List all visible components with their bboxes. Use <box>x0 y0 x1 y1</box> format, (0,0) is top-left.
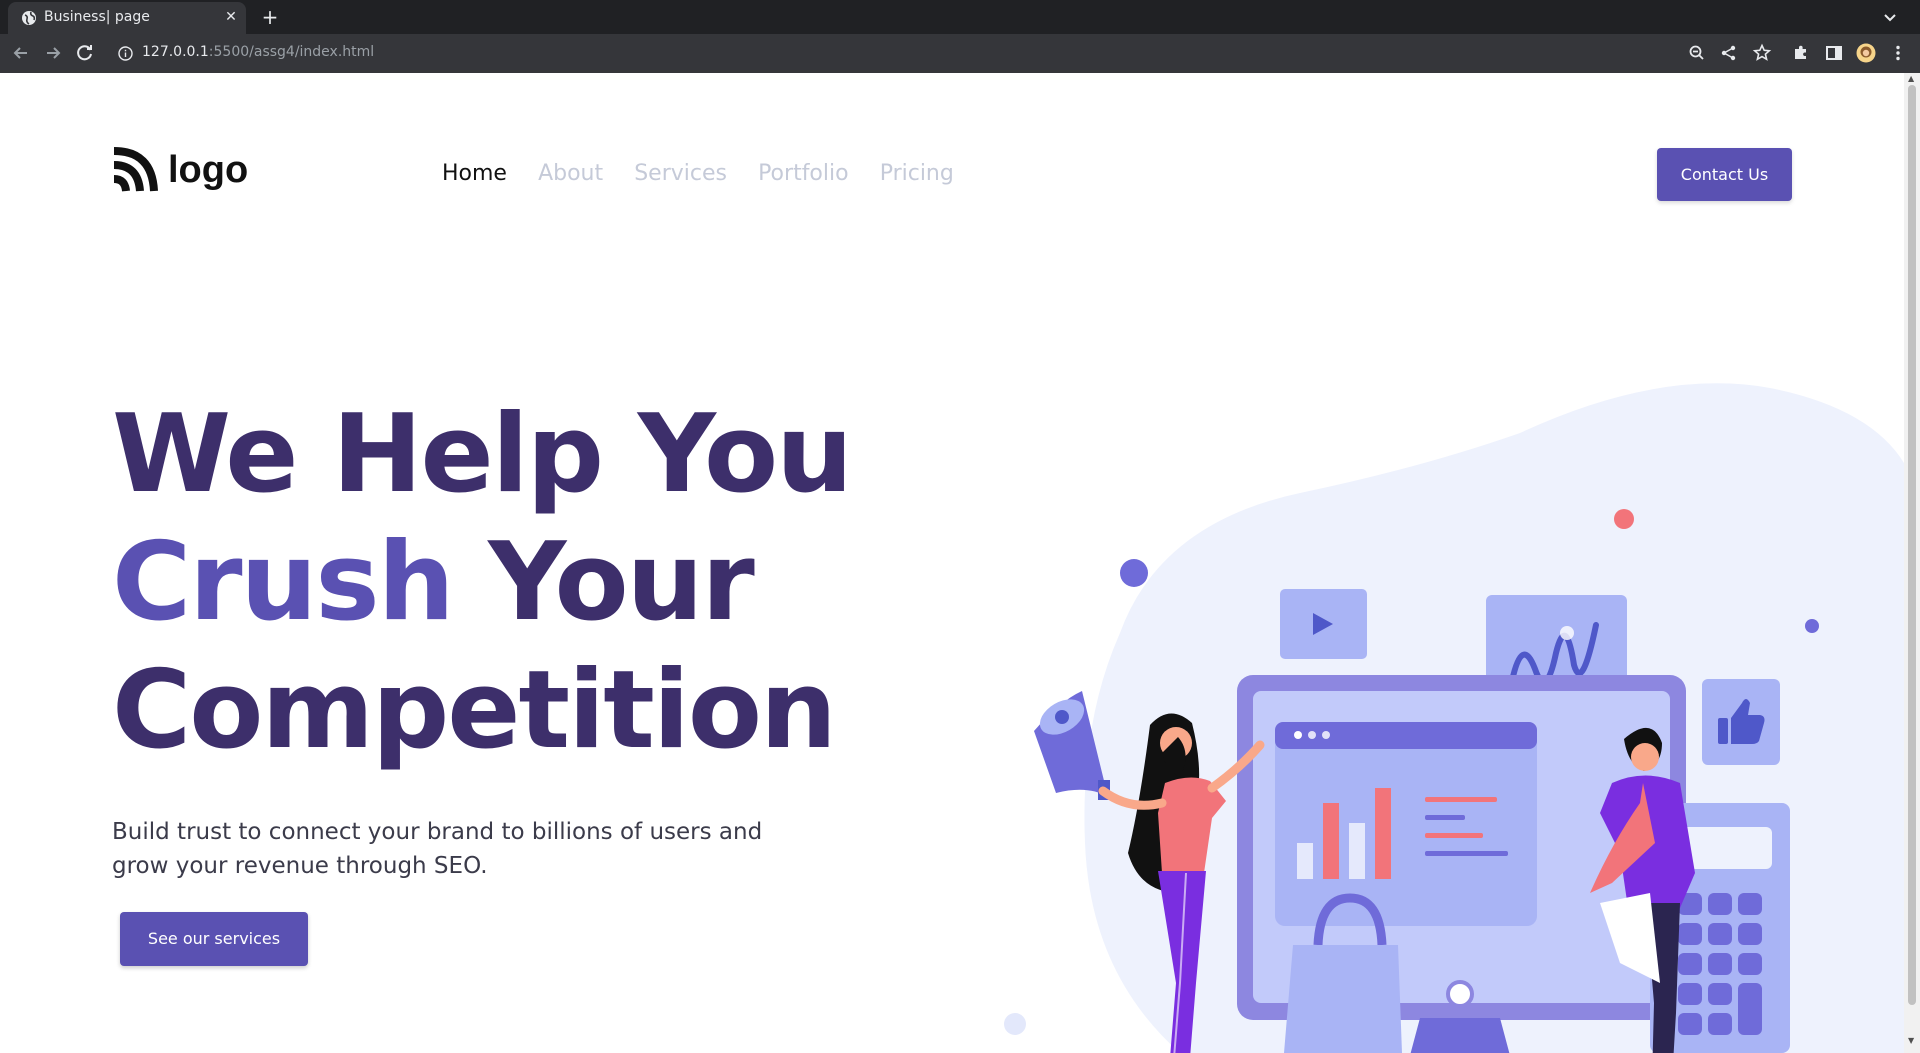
hero-illustration <box>1004 383 1904 1053</box>
nav-link-pricing[interactable]: Pricing <box>880 159 954 189</box>
address-bar[interactable]: 127.0.0.1:5500/assg4/index.html <box>108 38 1788 69</box>
nav-link-portfolio[interactable]: Portfolio <box>758 159 849 189</box>
chevron-down-icon[interactable] <box>1880 7 1900 27</box>
dot-1 <box>1120 559 1148 587</box>
info-icon[interactable] <box>118 46 133 61</box>
puzzle-icon[interactable] <box>1791 43 1811 63</box>
thumbs-up-card-icon <box>1702 679 1780 765</box>
nav-link-services[interactable]: Services <box>634 159 727 189</box>
headline-line-1: We Help You <box>112 392 853 517</box>
globe-icon <box>22 11 36 25</box>
dot-3 <box>1805 619 1819 633</box>
headline-line-2: Your <box>452 520 755 645</box>
site-logo[interactable]: logo <box>112 147 252 193</box>
plus-icon[interactable]: + <box>258 6 282 28</box>
profile-avatar-icon[interactable] <box>1856 43 1876 63</box>
page-scrollbar[interactable]: ▲ ▼ <box>1904 73 1920 1053</box>
logo-mark-icon <box>113 147 158 192</box>
sidebar-icon[interactable] <box>1824 43 1844 63</box>
scroll-down-icon[interactable]: ▼ <box>1908 1036 1914 1045</box>
browser-toolbar: 127.0.0.1:5500/assg4/index.html <box>0 34 1920 73</box>
see-services-button[interactable]: See our services <box>120 912 308 966</box>
star-icon[interactable] <box>1752 43 1772 63</box>
dot-4 <box>1004 1013 1026 1035</box>
close-icon[interactable]: ✕ <box>222 8 240 26</box>
headline-line-3: Competition <box>112 648 837 773</box>
nav-link-home[interactable]: Home <box>442 159 507 189</box>
reload-icon[interactable] <box>74 42 96 64</box>
headline-accent: Crush <box>112 520 455 645</box>
share-icon[interactable] <box>1719 43 1739 63</box>
main-nav: Home About Services Portfolio Pricing <box>442 159 980 189</box>
browser-tab[interactable]: Business| page ✕ <box>8 2 246 34</box>
nav-link-about[interactable]: About <box>538 159 603 189</box>
url-text[interactable]: 127.0.0.1:5500/assg4/index.html <box>142 44 374 60</box>
play-card-icon <box>1280 589 1367 659</box>
more-vert-icon[interactable] <box>1888 43 1908 63</box>
tab-title: Business| page <box>44 9 150 25</box>
contact-us-button[interactable]: Contact Us <box>1657 148 1792 201</box>
forward-arrow-icon[interactable] <box>42 42 64 64</box>
logo-text: logo <box>168 149 249 191</box>
tab-strip: Business| page ✕ + <box>0 0 1920 34</box>
scroll-up-icon[interactable]: ▲ <box>1908 74 1914 83</box>
back-arrow-icon[interactable] <box>10 42 32 64</box>
hero-headline: We Help You Crush Your Competition <box>112 391 853 775</box>
dot-2 <box>1614 509 1634 529</box>
hero-subtext: Build trust to connect your brand to bil… <box>112 819 763 879</box>
scrollbar-thumb[interactable] <box>1908 85 1916 1005</box>
zoom-icon[interactable] <box>1687 43 1707 63</box>
web-page: logo Home About Services Portfolio Prici… <box>0 73 1904 1053</box>
browser-chrome: Business| page ✕ + 127.0.0.1:5500/assg4/… <box>0 0 1920 73</box>
